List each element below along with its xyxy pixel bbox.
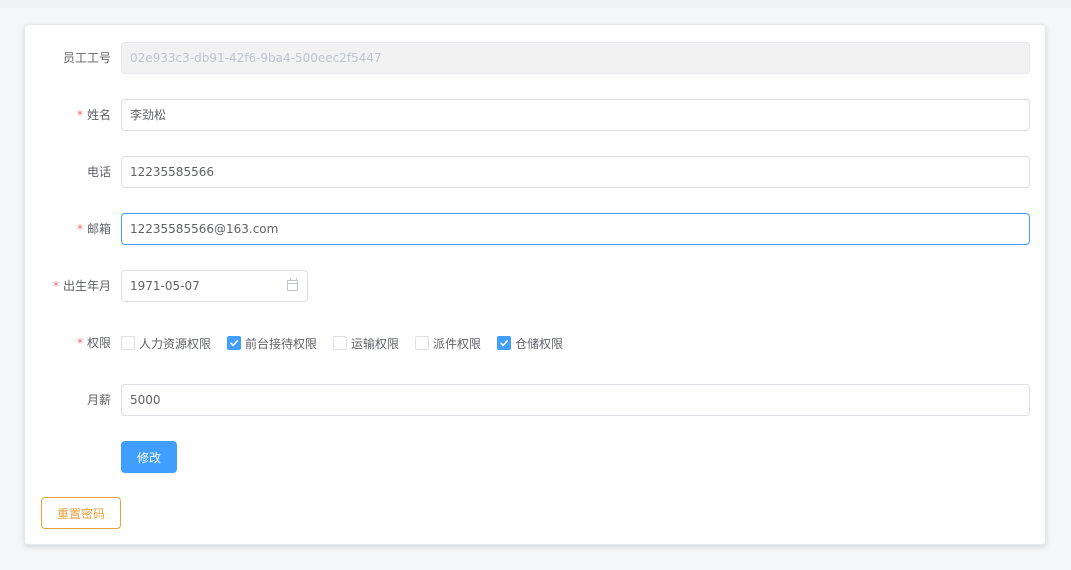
salary-label: 月薪 bbox=[86, 393, 111, 407]
checkbox-box[interactable] bbox=[121, 336, 135, 350]
employee-id-row: 员工工号 02e933c3-db91-42f6-9ba4-500eec2f544… bbox=[25, 42, 1047, 74]
checkbox-box[interactable] bbox=[415, 336, 430, 350]
required-mark: * bbox=[76, 108, 83, 122]
employee-id-label: 员工工号 bbox=[62, 51, 111, 65]
phone-row: 电话 12235585566 bbox=[25, 156, 1047, 188]
birth-row: * 出生年月 1971-05-07 bbox=[25, 270, 1047, 302]
required-mark: * bbox=[76, 336, 83, 350]
calendar-icon[interactable] bbox=[287, 278, 298, 291]
phone-label: 电话 bbox=[86, 165, 111, 179]
email-row: * 邮箱 12235585566@163.com bbox=[25, 213, 1047, 245]
birth-date-picker[interactable]: 1971-05-07 bbox=[121, 270, 308, 302]
submit-button[interactable]: 修改 bbox=[121, 441, 177, 473]
permissions-label: * 权限 bbox=[76, 336, 111, 350]
checkmark-icon bbox=[500, 340, 509, 347]
required-mark: * bbox=[76, 222, 83, 236]
permission-delivery-checkbox[interactable]: 派件权限 bbox=[415, 335, 481, 352]
checkbox-box[interactable] bbox=[497, 336, 512, 350]
name-field[interactable]: 李劲松 bbox=[121, 99, 1030, 131]
reset-password-button[interactable]: 重置密码 bbox=[41, 497, 121, 529]
employee-edit-form: 员工工号 02e933c3-db91-42f6-9ba4-500eec2f544… bbox=[24, 24, 1046, 545]
required-mark: * bbox=[52, 279, 59, 293]
name-row: * 姓名 李劲松 bbox=[25, 99, 1047, 131]
permissions-group: 人力资源权限 前台接待权限 运输权限 派件权限 仓储权限 bbox=[121, 327, 579, 359]
permission-hr-checkbox[interactable]: 人力资源权限 bbox=[121, 335, 211, 352]
permissions-row: * 权限 人力资源权限 前台接待权限 运输权限 派件权限 仓储权限 bbox=[25, 327, 1047, 359]
permission-warehouse-checkbox[interactable]: 仓储权限 bbox=[497, 335, 563, 352]
email-label: * 邮箱 bbox=[76, 222, 111, 236]
employee-id-field: 02e933c3-db91-42f6-9ba4-500eec2f5447 bbox=[121, 42, 1030, 74]
birth-label: * 出生年月 bbox=[52, 279, 111, 293]
checkmark-icon bbox=[230, 340, 239, 347]
email-field[interactable]: 12235585566@163.com bbox=[121, 213, 1030, 245]
permission-reception-checkbox[interactable]: 前台接待权限 bbox=[227, 335, 317, 352]
checkbox-box[interactable] bbox=[227, 336, 242, 350]
checkbox-box[interactable] bbox=[333, 336, 348, 350]
salary-field[interactable]: 5000 bbox=[121, 384, 1030, 416]
name-label: * 姓名 bbox=[76, 108, 111, 122]
salary-row: 月薪 5000 bbox=[25, 384, 1047, 416]
phone-field[interactable]: 12235585566 bbox=[121, 156, 1030, 188]
permission-transport-checkbox[interactable]: 运输权限 bbox=[333, 335, 399, 352]
top-bar bbox=[0, 0, 1071, 8]
